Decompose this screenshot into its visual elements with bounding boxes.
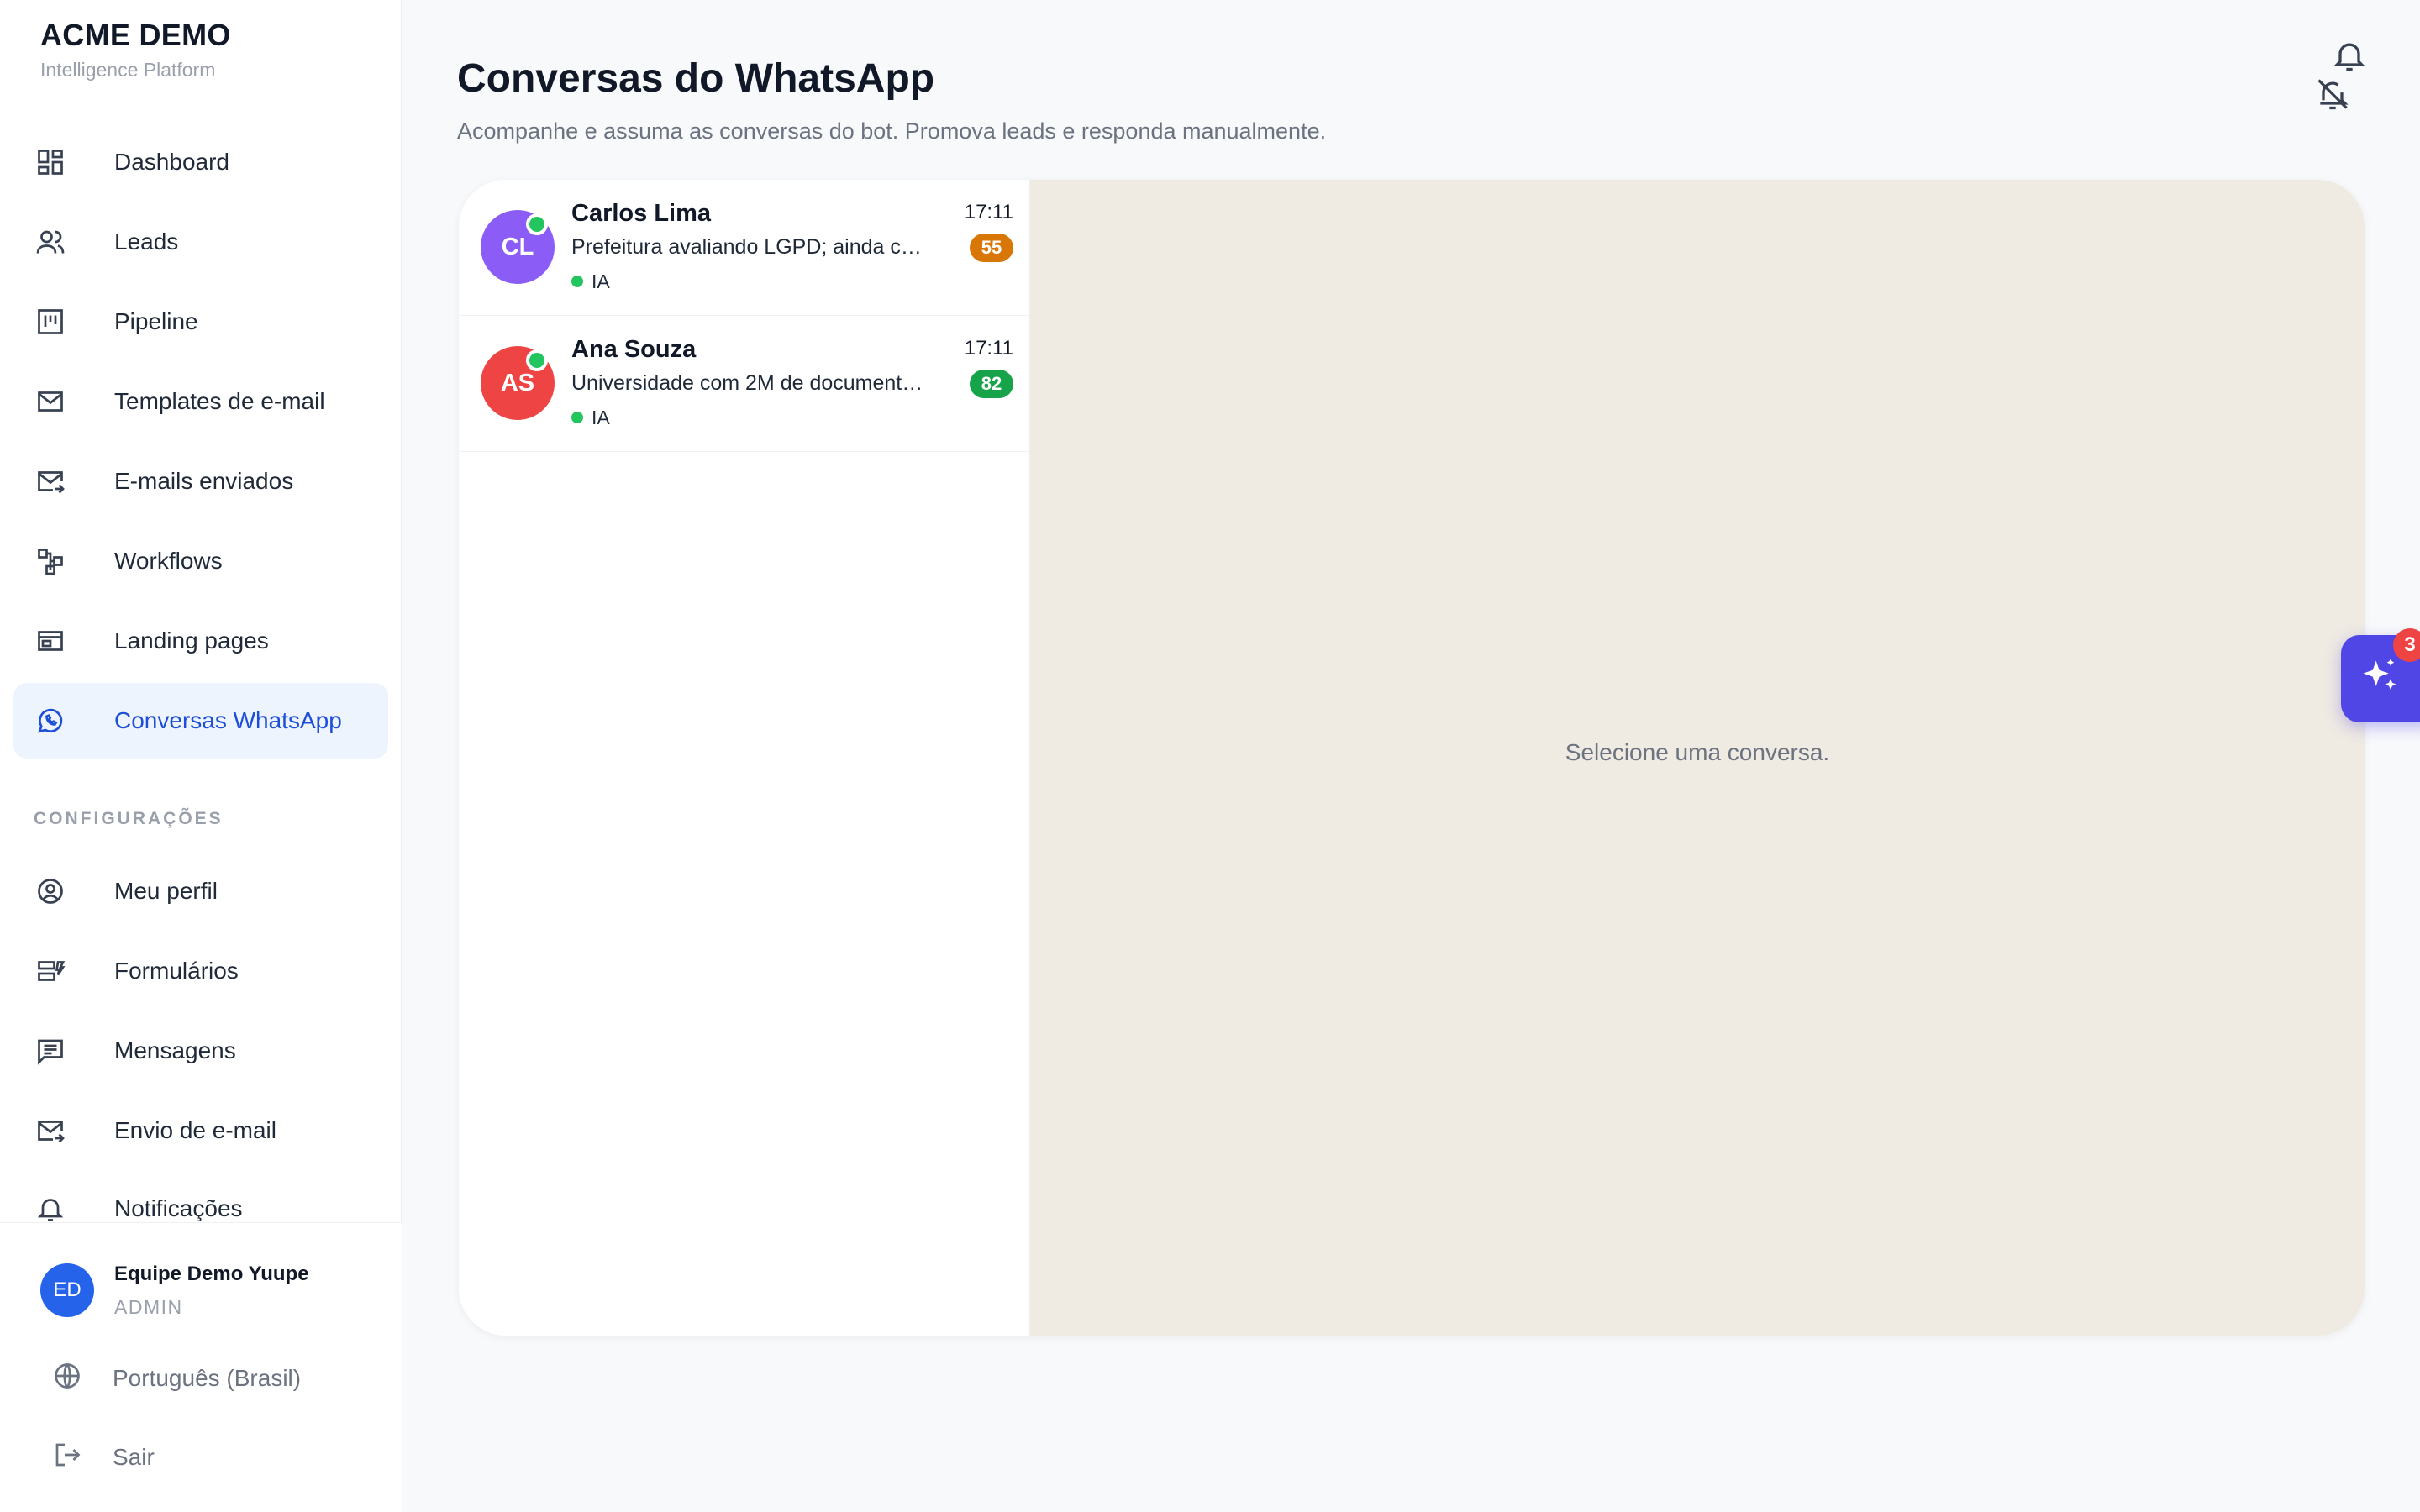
sidebar-item-label: Envio de e-mail (114, 1117, 276, 1143)
settings-section-label: CONFIGURAÇÕES (34, 809, 224, 828)
landing-page-icon (34, 624, 67, 658)
mail-send-icon (34, 1114, 67, 1147)
user-card: ED Equipe Demo Yuupe ADMIN (40, 1262, 309, 1319)
sidebar-item-label: Leads (114, 228, 179, 255)
sidebar-item-email-sending[interactable]: Envio de e-mail (13, 1093, 388, 1168)
sidebar-item-label: Mensagens (114, 1037, 236, 1063)
page-title: Conversas do WhatsApp (457, 56, 935, 101)
sidebar-item-forms[interactable]: Formulários (13, 933, 388, 1009)
user-role: ADMIN (114, 1296, 183, 1318)
logout-button[interactable]: Sair (52, 1440, 155, 1474)
bot-status: IA (571, 405, 610, 430)
avatar: ED (40, 1263, 94, 1317)
sidebar-item-profile[interactable]: Meu perfil (13, 853, 388, 929)
sidebar-item-label: Conversas WhatsApp (114, 707, 342, 733)
online-indicator (526, 349, 548, 371)
sidebar-item-label: Meu perfil (114, 878, 218, 904)
whatsapp-icon (34, 704, 67, 738)
bot-status: IA (571, 269, 610, 294)
sidebar-item-messages[interactable]: Mensagens (13, 1013, 388, 1089)
sidebar-item-landing-pages[interactable]: Landing pages (13, 603, 388, 679)
conversation-item[interactable]: CL Carlos Lima 17:11 Prefeitura avaliand… (459, 180, 1030, 316)
forms-icon (34, 954, 67, 988)
brand-title: ACME DEMO (40, 18, 231, 52)
sidebar-item-label: Formulários (114, 958, 239, 984)
message-preview: Prefeitura avaliando LGPD; ainda compara… (571, 235, 924, 259)
language-selector[interactable]: Português (Brasil) (52, 1361, 301, 1395)
sidebar: ACME DEMO Intelligence Platform Dashboar… (0, 0, 402, 1512)
users-icon (34, 225, 67, 259)
logout-icon (52, 1440, 82, 1474)
sidebar-item-label: Pipeline (114, 308, 198, 334)
assistant-badge: 3 (2393, 628, 2420, 662)
sidebar-item-dashboard[interactable]: Dashboard (13, 124, 388, 200)
logout-label: Sair (113, 1443, 155, 1470)
profile-icon (34, 874, 67, 908)
workflow-icon (34, 544, 67, 578)
mail-sent-icon (34, 465, 67, 498)
status-dot (571, 412, 583, 423)
page-subtitle: Acompanhe e assuma as conversas do bot. … (457, 118, 1327, 144)
notifications-bell-icon[interactable] (2331, 37, 2368, 74)
bell-icon (34, 1192, 67, 1226)
empty-state-message: Selecione uma conversa. (1565, 739, 1830, 765)
contact-name: Carlos Lima (571, 200, 711, 227)
sidebar-item-label: E-mails enviados (114, 468, 294, 494)
conversations-panel: CL Carlos Lima 17:11 Prefeitura avaliand… (459, 180, 2365, 1336)
bot-status-label: IA (592, 270, 610, 292)
sidebar-item-label: Notificações (114, 1195, 243, 1221)
online-indicator (526, 213, 548, 235)
message-time: 17:11 (964, 337, 1013, 360)
bell-off-icon[interactable] (2314, 76, 2351, 113)
lead-score-badge: 82 (970, 370, 1013, 398)
brand-subtitle: Intelligence Platform (40, 59, 216, 81)
globe-icon (52, 1361, 82, 1395)
sidebar-item-email-templates[interactable]: Templates de e-mail (13, 364, 388, 439)
sidebar-item-sent-emails[interactable]: E-mails enviados (13, 444, 388, 519)
sidebar-item-label: Workflows (114, 548, 223, 574)
sidebar-item-whatsapp[interactable]: Conversas WhatsApp (13, 683, 388, 759)
lead-score-badge: 55 (970, 234, 1013, 262)
conversation-item[interactable]: AS Ana Souza 17:11 Universidade com 2M d… (459, 316, 1030, 452)
contact-name: Ana Souza (571, 336, 697, 363)
message-preview: Universidade com 2M de documentos; quer … (571, 371, 924, 395)
bot-status-label: IA (592, 407, 610, 428)
sidebar-item-label: Templates de e-mail (114, 388, 325, 414)
user-name: Equipe Demo Yuupe (114, 1263, 309, 1285)
language-label: Português (Brasil) (113, 1364, 302, 1391)
message-time: 17:11 (964, 201, 1013, 223)
messages-icon (34, 1034, 67, 1068)
dashboard-icon (34, 145, 67, 179)
brand: ACME DEMO Intelligence Platform (40, 17, 231, 82)
chat-view: Selecione uma conversa. (1030, 180, 2365, 1336)
sidebar-item-workflows[interactable]: Workflows (13, 523, 388, 599)
sparkles-icon (2358, 655, 2402, 703)
sidebar-item-label: Landing pages (114, 627, 269, 654)
status-dot (571, 276, 583, 287)
sidebar-item-pipeline[interactable]: Pipeline (13, 284, 388, 360)
mail-icon (34, 385, 67, 418)
sidebar-item-leads[interactable]: Leads (13, 204, 388, 280)
conversation-list: CL Carlos Lima 17:11 Prefeitura avaliand… (459, 180, 1030, 1336)
sidebar-item-label: Dashboard (114, 149, 229, 175)
kanban-icon (34, 305, 67, 339)
